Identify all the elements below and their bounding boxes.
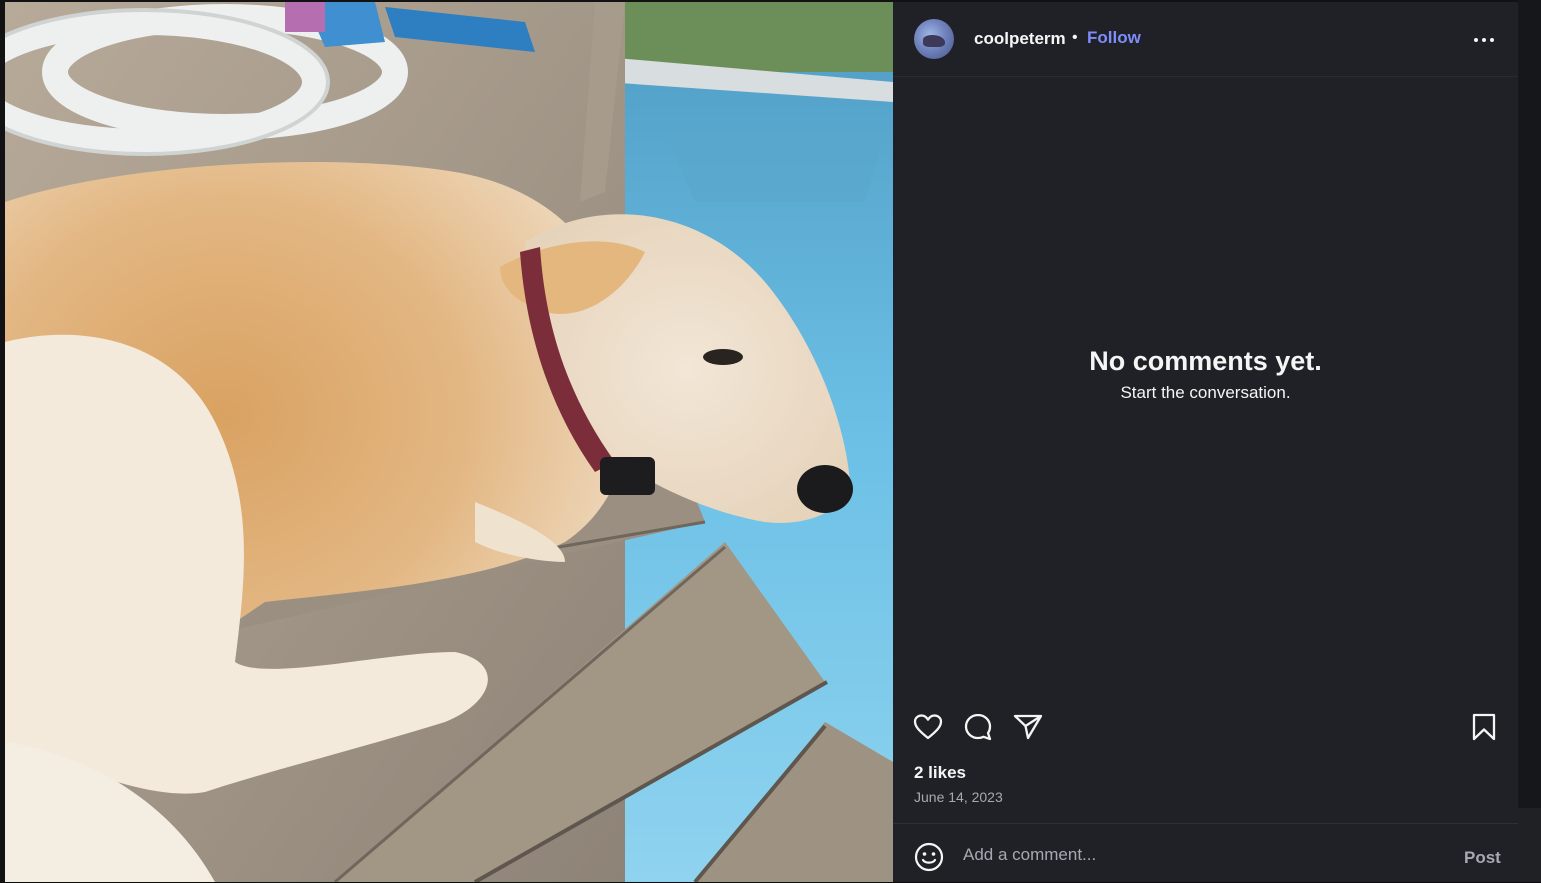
empty-comments-title: No comments yet.	[1089, 346, 1322, 376]
post-comment-button[interactable]: Post	[1464, 848, 1501, 868]
username-link[interactable]: coolpeterm	[974, 29, 1066, 49]
action-bar	[893, 698, 1518, 758]
comment-composer: Post	[893, 823, 1518, 883]
backdrop-edge-bottom	[1518, 808, 1541, 882]
follow-button[interactable]: Follow	[1087, 28, 1141, 48]
separator-dot: •	[1072, 29, 1078, 46]
more-options-icon[interactable]	[1469, 25, 1499, 55]
post-header: coolpeterm • Follow	[893, 2, 1518, 77]
more-dot	[1474, 38, 1478, 42]
comment-bubble-icon[interactable]	[962, 711, 994, 743]
more-dot	[1490, 38, 1494, 42]
post-modal: coolpeterm • Follow No comments yet. Sta…	[5, 2, 1518, 882]
smiley-icon[interactable]	[913, 841, 945, 873]
post-date[interactable]: June 14, 2023	[914, 789, 1003, 805]
post-photo	[5, 2, 893, 882]
heart-icon[interactable]	[912, 711, 944, 743]
more-dot	[1482, 38, 1486, 42]
backdrop-edge	[1518, 0, 1541, 882]
post-image[interactable]	[5, 2, 893, 882]
avatar[interactable]	[914, 19, 954, 59]
paper-plane-icon[interactable]	[1012, 711, 1044, 743]
post-side-panel: coolpeterm • Follow No comments yet. Sta…	[893, 2, 1518, 882]
empty-comments-subtitle: Start the conversation.	[1120, 383, 1291, 402]
comment-input[interactable]	[961, 836, 1435, 874]
likes-count[interactable]: 2 likes	[914, 763, 966, 783]
empty-comments-state: No comments yet. Start the conversation.	[893, 342, 1518, 403]
bookmark-icon[interactable]	[1468, 711, 1500, 743]
